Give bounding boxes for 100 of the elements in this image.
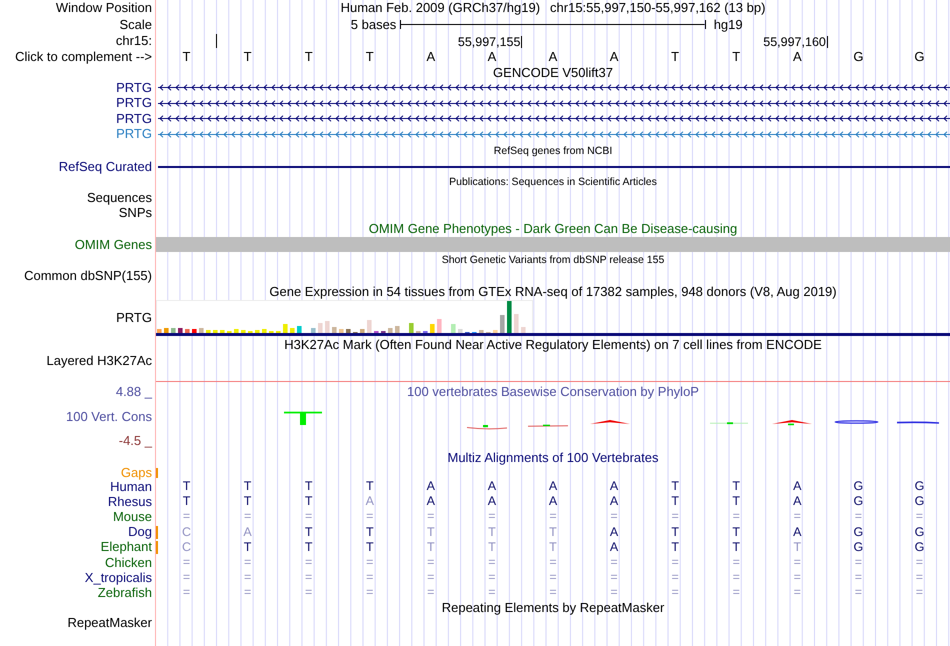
aligned-base: =	[244, 586, 252, 600]
aligned-base: A	[488, 480, 496, 494]
aligned-base: =	[305, 586, 312, 600]
aligned-base: =	[732, 586, 740, 600]
aligned-base: T	[732, 495, 740, 508]
aligned-base: =	[732, 510, 740, 524]
base-letter[interactable]: T	[182, 50, 190, 64]
base-letter[interactable]: A	[610, 50, 618, 64]
aligned-base: G	[914, 480, 924, 494]
aligned-base: =	[794, 510, 801, 524]
aligned-base: =	[549, 510, 557, 524]
species-label: Human	[110, 480, 152, 494]
aligned-base: T	[304, 480, 312, 494]
aligned-base: =	[549, 571, 557, 584]
aligned-base: =	[854, 556, 862, 570]
track-title: GENCODE V50lift37	[493, 66, 613, 80]
expression-bar	[311, 328, 316, 333]
expression-bar	[367, 320, 372, 333]
aligned-base: =	[732, 556, 740, 570]
aligned-base: =	[488, 510, 496, 524]
aligned-base: =	[854, 571, 862, 584]
aligned-base: =	[732, 571, 740, 584]
base-letter[interactable]: T	[732, 50, 740, 64]
aligned-base: T	[732, 540, 740, 554]
track-label[interactable]: PRTG	[116, 127, 152, 142]
expression-bar	[199, 328, 204, 333]
expression-bar	[521, 327, 526, 333]
aligned-base: G	[914, 495, 924, 508]
base-letter[interactable]: T	[244, 50, 252, 64]
aligned-base: T	[304, 540, 312, 554]
expression-bar	[514, 314, 519, 333]
conservation-mark	[466, 425, 508, 430]
aligned-base: A	[610, 540, 618, 554]
aligned-base: =	[182, 586, 190, 600]
region-coordinates: chr15:55,997,150-55,997,162 (13 bp)	[550, 1, 766, 15]
track-label[interactable]: PRTG	[116, 112, 152, 126]
track-title: RefSeq genes from NCBI	[494, 144, 612, 158]
base-letter[interactable]: A	[548, 50, 558, 64]
aligned-base: T	[549, 526, 557, 539]
aligned-base: =	[854, 586, 862, 600]
expression-bar	[437, 319, 442, 333]
aligned-base: =	[366, 586, 374, 600]
aligned-base: T	[366, 540, 374, 554]
expression-bar	[318, 323, 323, 333]
expression-bar	[241, 330, 246, 333]
base-letter[interactable]: G	[853, 50, 864, 64]
aligned-base: =	[916, 510, 924, 524]
track-label[interactable]: Common dbSNP(155)	[24, 268, 152, 282]
expression-bar	[409, 323, 414, 333]
base-letter[interactable]: A	[792, 50, 802, 64]
aligned-base: T	[366, 480, 374, 494]
track-label[interactable]: PRTG	[116, 96, 152, 110]
track-label[interactable]: SNPs	[118, 206, 152, 220]
base-letter[interactable]: T	[366, 50, 374, 64]
base-letter[interactable]: A	[426, 50, 436, 64]
expression-bar	[262, 329, 267, 333]
aligned-base: T	[549, 540, 557, 554]
expression-bar	[220, 330, 225, 333]
expression-bar	[171, 328, 176, 333]
species-label: Rhesus	[108, 494, 152, 509]
aligned-base: =	[305, 510, 312, 524]
assembly-label: hg19	[714, 18, 743, 32]
track-label[interactable]: Sequences	[86, 190, 152, 204]
aligned-base: G	[854, 526, 864, 539]
transcript-line[interactable]	[158, 84, 950, 91]
track-label[interactable]: Layered H3K27Ac	[46, 354, 152, 368]
tick-mark	[521, 36, 522, 48]
aligned-base: A	[426, 495, 435, 508]
track-title: Short Genetic Variants from dbSNP release 155	[442, 253, 664, 267]
base-letter[interactable]: G	[914, 50, 925, 64]
aligned-base: A	[366, 495, 374, 508]
base-letter[interactable]: T	[671, 50, 680, 64]
aligned-base: A	[793, 526, 802, 539]
transcript-line[interactable]	[158, 116, 950, 122]
aligned-base: T	[304, 495, 312, 508]
track-title: Gene Expression in 54 tissues from GTEx RNA-seq of 17382 samples, 948 donors (V8, Aug 2019)	[269, 284, 837, 298]
species-label: Zebrafish	[98, 586, 152, 600]
aligned-base: =	[182, 571, 190, 584]
aligned-base: =	[366, 556, 374, 570]
track-label[interactable]: OMIM Genes	[74, 238, 152, 252]
conservation-mark	[528, 424, 568, 427]
aligned-base: A	[610, 495, 618, 508]
track-label[interactable]: RefSeq Curated	[58, 160, 152, 174]
track-label[interactable]: PRTG	[116, 311, 152, 325]
aligned-base: A	[488, 495, 496, 508]
tick-mark	[826, 36, 828, 48]
track-label[interactable]: PRTG	[116, 80, 152, 95]
expression-bar	[430, 324, 435, 333]
aligned-base: T	[244, 495, 252, 508]
aligned-base: =	[610, 556, 618, 570]
track-label[interactable]: RepeatMasker	[67, 616, 152, 630]
coordinate-label: 55,997,155	[458, 36, 520, 48]
conservation-peak	[590, 420, 630, 424]
base-letter[interactable]: A	[488, 50, 496, 64]
base-letter[interactable]: T	[304, 50, 313, 64]
transcript-line[interactable]	[158, 100, 950, 106]
expression-bar	[185, 329, 190, 333]
track-label[interactable]: 100 Vert. Cons	[66, 410, 152, 424]
expression-bar	[297, 326, 302, 333]
expression-bar	[283, 324, 288, 333]
